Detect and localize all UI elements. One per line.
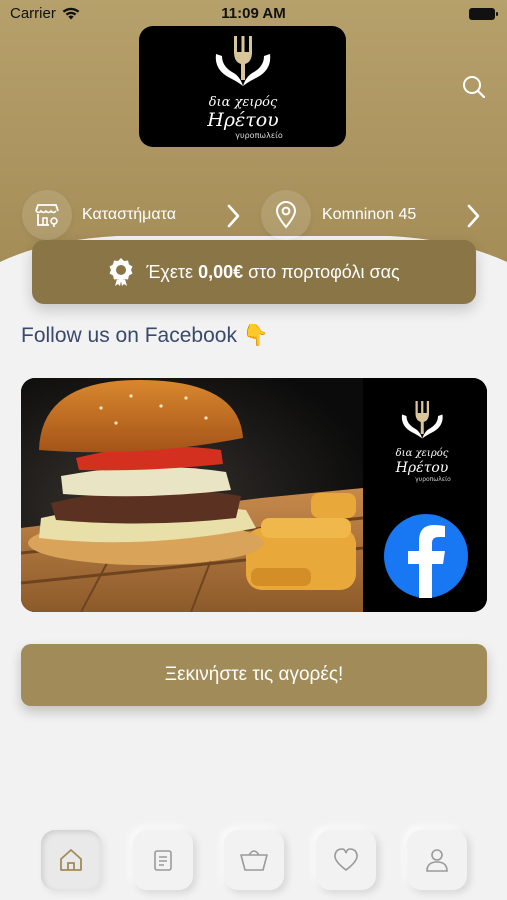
store-icon xyxy=(35,204,59,227)
tab-orders[interactable] xyxy=(133,830,193,890)
battery-icon xyxy=(469,8,498,20)
logo-line-1: δια χειρός xyxy=(208,95,277,110)
tab-home[interactable] xyxy=(41,830,101,890)
home-icon xyxy=(60,849,82,871)
logo-line-3: γυροπωλείο xyxy=(235,131,283,140)
heart-icon xyxy=(334,848,358,872)
wallet-amount: 0,00€ xyxy=(198,261,244,282)
status-bar: Carrier 11:09 AM xyxy=(0,0,507,28)
search-icon xyxy=(463,76,486,99)
wallet-balance-button[interactable]: Έχετε 0,00€ στο πορτοφόλι σας xyxy=(32,240,476,304)
address-label[interactable]: Komninon 45 xyxy=(322,206,416,224)
orders-icon xyxy=(154,850,172,871)
tab-profile[interactable] xyxy=(407,830,467,890)
stores-button[interactable] xyxy=(22,190,72,240)
wallet-suffix: στο πορτοφόλι σας xyxy=(248,261,400,282)
wallet-prefix: Έχετε xyxy=(146,261,194,282)
fork-hands-logo-icon xyxy=(215,35,270,86)
facebook-heading-text: Follow us on Facebook xyxy=(21,324,237,347)
chevron-right-icon[interactable] xyxy=(226,202,242,230)
info-row: Καταστήματα Komninon 45 xyxy=(0,188,507,244)
facebook-heading: Follow us on Facebook 👇 xyxy=(21,324,269,348)
badge-award-icon xyxy=(109,258,133,286)
location-pin-icon xyxy=(275,201,297,229)
banner-logo-line-3: γυροπωλείο xyxy=(415,476,451,483)
logo-wordmark: δια χειρός Ηρέτου γυροπωλείο xyxy=(206,95,283,140)
banner-logo-line-2: Ηρέτου xyxy=(395,459,449,476)
search-button[interactable] xyxy=(459,72,489,102)
chevron-right-icon[interactable] xyxy=(466,202,482,230)
address-button[interactable] xyxy=(261,190,311,240)
pointing-down-emoji: 👇 xyxy=(242,324,269,347)
brand-logo: δια χειρός Ηρέτου γυροπωλείο xyxy=(139,26,346,147)
basket-icon xyxy=(240,850,268,871)
facebook-banner[interactable]: δια χειρός Ηρέτου γυροπωλείο xyxy=(21,378,487,612)
status-time: 11:09 AM xyxy=(221,5,286,22)
tab-favorites[interactable] xyxy=(316,830,376,890)
profile-icon xyxy=(426,849,448,872)
banner-logo-line-1: δια χειρός xyxy=(396,448,449,459)
wallet-text: Έχετε 0,00€ στο πορτοφόλι σας xyxy=(146,262,399,283)
facebook-icon[interactable] xyxy=(384,514,468,598)
logo-line-2: Ηρέτου xyxy=(206,109,278,131)
tab-basket[interactable] xyxy=(224,830,284,890)
stores-label[interactable]: Καταστήματα xyxy=(82,206,176,224)
start-shopping-button[interactable]: Ξεκινήστε τις αγορές! xyxy=(21,644,487,706)
